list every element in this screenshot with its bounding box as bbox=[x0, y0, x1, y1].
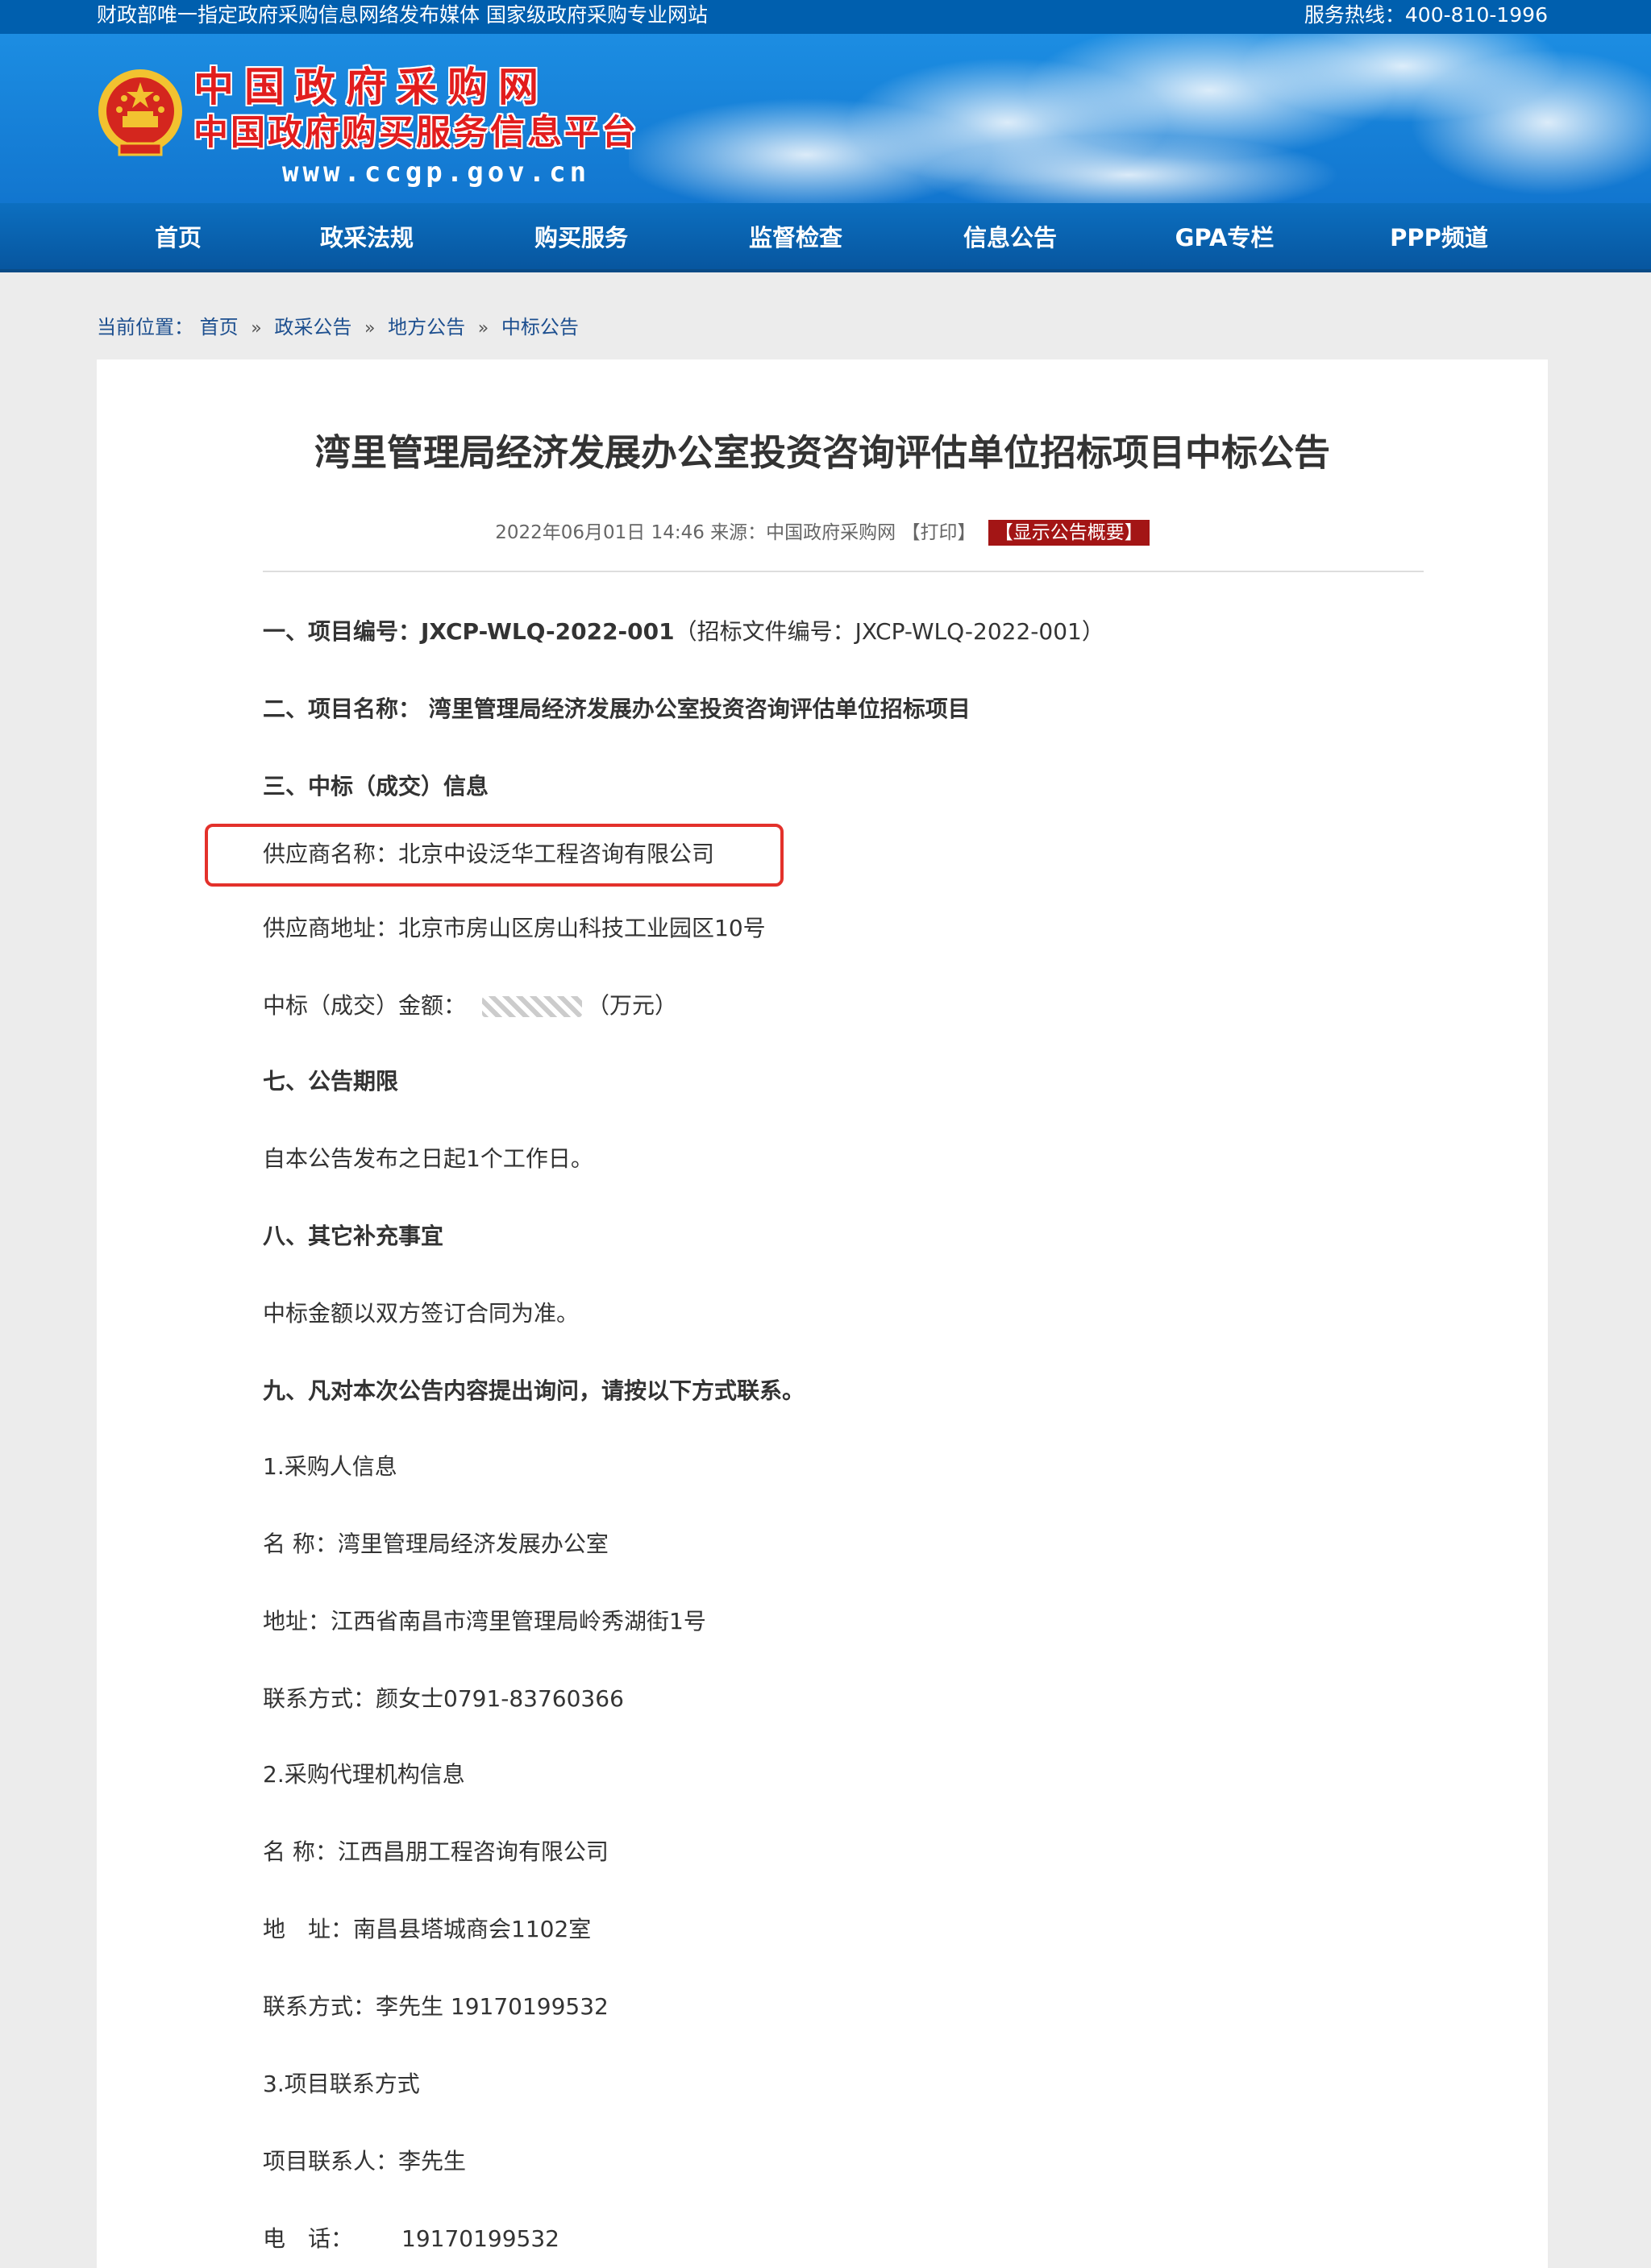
supplier-address: 供应商地址：北京市房山区房山科技工业园区10号 bbox=[263, 915, 766, 941]
site-url: www.ccgp.gov.cn bbox=[282, 156, 591, 189]
phone-label: 电 话： bbox=[263, 2225, 354, 2252]
breadcrumb-separator: » bbox=[364, 318, 376, 339]
cloud-background bbox=[629, 34, 1651, 203]
article-source: 来源：中国政府采购网 bbox=[710, 522, 896, 543]
breadcrumb-gov-procurement[interactable]: 政采公告 bbox=[274, 316, 351, 339]
show-summary-button[interactable]: 【显示公告概要】 bbox=[988, 520, 1150, 546]
buyer-contact: 联系方式：颜女士0791-83760366 bbox=[263, 1685, 624, 1712]
breadcrumb-separator: » bbox=[251, 318, 262, 339]
project-number-line: 一、项目编号：JXCP-WLQ-2022-001（招标文件编号：JXCP-WLQ… bbox=[263, 616, 1104, 648]
site-slogan: 财政部唯一指定政府采购信息网络发布媒体 国家级政府采购专业网站 bbox=[97, 3, 708, 27]
supplement-text: 中标金额以双方签订合同为准。 bbox=[263, 1300, 580, 1327]
main-nav: 首页 政采法规 购买服务 监督检查 信息公告 GPA专栏 PPP频道 bbox=[0, 203, 1651, 272]
nav-ppp[interactable]: PPP频道 bbox=[1390, 203, 1488, 272]
buyer-info-head: 1.采购人信息 bbox=[263, 1453, 397, 1480]
breadcrumb-separator: » bbox=[477, 318, 489, 339]
award-amount-label: 中标（成交）金额： bbox=[263, 992, 467, 1019]
publish-datetime: 2022年06月01日 14:46 bbox=[495, 522, 705, 543]
nav-supervision[interactable]: 监督检查 bbox=[749, 203, 842, 272]
agency-info-head: 2.采购代理机构信息 bbox=[263, 1761, 465, 1788]
section-contact: 九、凡对本次公告内容提出询问，请按以下方式联系。 bbox=[263, 1377, 805, 1404]
notice-period: 自本公告发布之日起1个工作日。 bbox=[263, 1145, 593, 1172]
breadcrumb-local[interactable]: 地方公告 bbox=[388, 316, 465, 339]
national-emblem-icon bbox=[98, 69, 182, 156]
project-name: 湾里管理局经济发展办公室投资咨询评估单位招标项目 bbox=[428, 696, 971, 722]
breadcrumb-award[interactable]: 中标公告 bbox=[501, 316, 579, 339]
buyer-name: 名 称：湾里管理局经济发展办公室 bbox=[263, 1531, 609, 1557]
nav-gpa[interactable]: GPA专栏 bbox=[1175, 203, 1275, 272]
bid-doc-number: （招标文件编号：JXCP-WLQ-2022-001） bbox=[674, 618, 1104, 645]
award-amount-blurred bbox=[482, 996, 583, 1017]
nav-regulations[interactable]: 政采法规 bbox=[320, 203, 414, 272]
project-contact-person: 项目联系人：李先生 bbox=[263, 2148, 467, 2175]
phone-value: 19170199532 bbox=[401, 2225, 559, 2252]
phone-line: 电 话： 19170199532 bbox=[263, 2223, 559, 2255]
article-meta: 2022年06月01日 14:46 来源：中国政府采购网 【打印】 【显示公告概… bbox=[97, 519, 1548, 546]
service-hotline: 服务热线：400-810-1996 bbox=[1304, 3, 1548, 27]
supplier-name: 供应商名称：北京中设泛华工程咨询有限公司 bbox=[263, 841, 715, 867]
article-panel: 湾里管理局经济发展办公室投资咨询评估单位招标项目中标公告 2022年06月01日… bbox=[97, 359, 1548, 2268]
site-subtitle: 中国政府购买服务信息平台 bbox=[193, 113, 638, 153]
article-title: 湾里管理局经济发展办公室投资咨询评估单位招标项目中标公告 bbox=[314, 431, 1330, 474]
project-contact-head: 3.项目联系方式 bbox=[263, 2071, 420, 2097]
site-banner: 中国政府采购网 中国政府购买服务信息平台 www.ccgp.gov.cn bbox=[0, 34, 1651, 203]
buyer-address: 地址：江西省南昌市湾里管理局岭秀湖街1号 bbox=[263, 1608, 706, 1635]
section-notice-period: 七、公告期限 bbox=[263, 1068, 399, 1095]
nav-announcements[interactable]: 信息公告 bbox=[963, 203, 1057, 272]
section-supplement: 八、其它补充事宜 bbox=[263, 1223, 444, 1249]
award-amount-unit: （万元） bbox=[587, 992, 678, 1019]
nav-purchase-service[interactable]: 购买服务 bbox=[534, 203, 628, 272]
breadcrumb: 当前位置： 首页 » 政采公告 » 地方公告 » 中标公告 bbox=[97, 313, 579, 342]
project-name-line: 二、项目名称： 湾里管理局经济发展办公室投资咨询评估单位招标项目 bbox=[263, 693, 971, 725]
agency-address: 地 址：南昌县塔城商会1102室 bbox=[263, 1916, 592, 1942]
breadcrumb-home[interactable]: 首页 bbox=[200, 316, 239, 339]
nav-home[interactable]: 首页 bbox=[155, 203, 202, 272]
site-name: 中国政府采购网 bbox=[193, 64, 549, 110]
agency-contact: 联系方式：李先生 19170199532 bbox=[263, 1993, 609, 2020]
top-strip: 财政部唯一指定政府采购信息网络发布媒体 国家级政府采购专业网站 服务热线：400… bbox=[0, 0, 1651, 34]
section-award-info: 三、中标（成交）信息 bbox=[263, 773, 489, 800]
divider bbox=[263, 571, 1424, 572]
award-amount-line: 中标（成交）金额： （万元） bbox=[263, 990, 677, 1022]
breadcrumb-prefix: 当前位置： bbox=[97, 316, 193, 339]
project-number: 一、项目编号：JXCP-WLQ-2022-001 bbox=[263, 618, 675, 645]
agency-name: 名 称：江西昌朋工程咨询有限公司 bbox=[263, 1838, 609, 1865]
print-link[interactable]: 【打印】 bbox=[901, 522, 975, 543]
project-name-label: 二、项目名称： bbox=[263, 696, 422, 722]
